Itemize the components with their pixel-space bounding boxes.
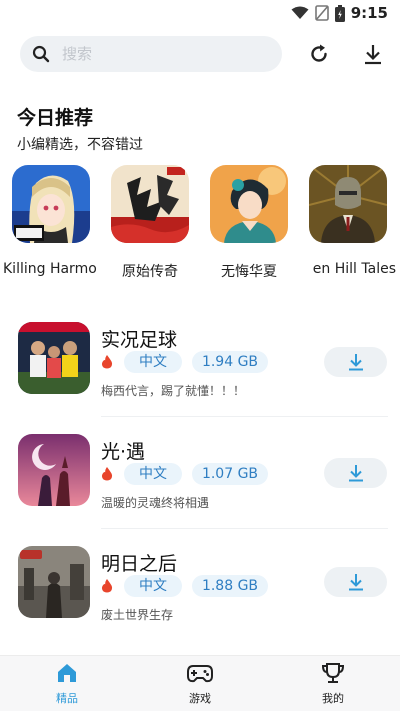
trophy-icon [321,663,345,683]
size-tag: 1.94 GB [192,351,268,373]
app-list-item[interactable]: 明日之后 中文 1.88 GB 废土世界生存 [0,546,400,658]
nav-label: 游戏 [189,692,211,705]
recommend-item[interactable]: 无悔华夏 [201,165,297,281]
size-tag: 1.88 GB [192,575,268,597]
game-icon-killing-harmony [12,165,90,243]
nav-label: 我的 [322,692,344,705]
fire-icon [101,579,113,593]
language-tag: 中文 [124,575,182,597]
status-time: 9:15 [350,4,388,22]
download-button[interactable] [324,567,387,597]
size-tag: 1.07 GB [192,463,268,485]
nav-label: 精品 [56,692,78,705]
battery-icon [334,4,345,22]
language-tag: 中文 [124,351,182,373]
search-row [20,36,384,72]
language-tag: 中文 [124,463,182,485]
fire-icon [101,467,113,481]
download-button[interactable] [324,458,387,488]
sim-icon [314,5,329,21]
app-list-item[interactable]: 实况足球 中文 1.94 GB 梅西代言，踢了就懂！！！ [0,322,400,434]
download-icon [348,465,363,482]
recommend-item-label: 无悔华夏 [221,264,277,280]
recommend-item-label: en Hill Tales [312,261,396,277]
fire-icon [101,355,113,369]
recommend-item-label: Killing Harmo [3,261,97,277]
home-icon [58,664,76,682]
recommend-item[interactable]: 原始传奇 [102,165,198,281]
download-icon [348,574,363,591]
nav-item-games[interactable]: 游戏 [160,662,240,706]
nav-item-featured[interactable]: 精品 [27,662,107,706]
recommend-title: 今日推荐 [17,107,94,129]
recommend-strip: Killing Harmo 原始传奇 无悔华夏 en Hill Tales [0,165,400,285]
game-icon-hill-tales [309,165,387,243]
app-name: 实况足球 [101,329,178,351]
app-description: 温暖的灵魂终将相遇 [101,496,210,510]
status-bar: 9:15 [0,0,400,30]
download-icon [365,45,381,65]
wifi-icon [291,6,309,19]
recommend-item[interactable]: Killing Harmo [3,165,99,277]
game-icon-yuanshi-chuanqi [111,165,189,243]
status-icons: 9:15 [291,4,388,22]
row-divider [101,528,388,529]
search-input[interactable] [60,44,254,64]
refresh-icon [311,44,327,62]
app-description: 废土世界生存 [101,608,174,622]
recommend-item-label: 原始传奇 [122,264,178,280]
gamepad-icon [187,665,213,683]
download-manager-button[interactable] [358,39,388,69]
search-box[interactable] [20,36,282,72]
refresh-button[interactable] [304,39,334,69]
app-description: 梅西代言，踢了就懂！！！ [101,384,246,398]
app-icon-lifeafter [18,546,90,618]
app-name: 明日之后 [101,553,178,575]
app-name: 光·遇 [101,441,146,463]
app-icon-efootball [18,322,90,394]
recommend-subtitle: 小编精选，不容错过 [17,137,143,153]
row-divider [101,416,388,417]
game-icon-wuhui-huaxia [210,165,288,243]
app-icon-sky [18,434,90,506]
download-icon [348,354,363,371]
bottom-nav: 精品 游戏 我的 [0,655,400,711]
download-button[interactable] [324,347,387,377]
recommend-item[interactable]: en Hill Tales [300,165,396,277]
app-list-item[interactable]: 光·遇 中文 1.07 GB 温暖的灵魂终将相遇 [0,434,400,546]
nav-item-profile[interactable]: 我的 [293,662,373,706]
search-icon [32,45,50,63]
